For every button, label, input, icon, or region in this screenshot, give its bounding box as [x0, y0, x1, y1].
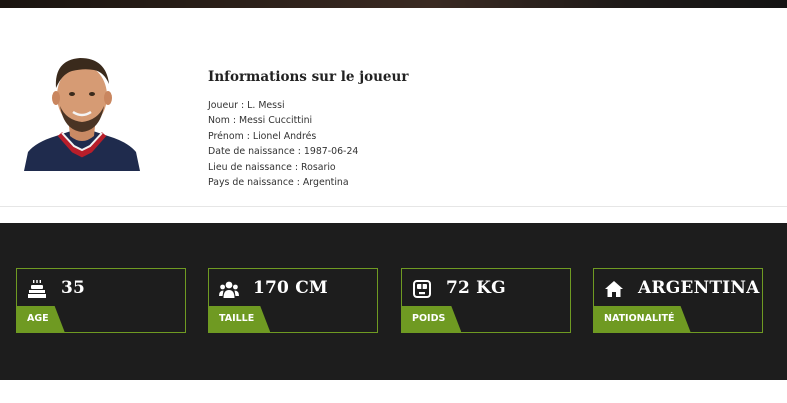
player-info-section: Informations sur le joueur Joueur : L. M…: [0, 8, 787, 206]
stat-card-taille: 170 CM TAILLE: [208, 268, 378, 333]
info-value: Messi Cuccittini: [239, 115, 313, 127]
info-label: Pays de naissance: [208, 177, 294, 189]
home-icon: [604, 279, 624, 299]
player-info-list: Joueur : L. Messi Nom : Messi Cuccittini…: [208, 98, 358, 190]
stat-card-nationalite: ARGENTINA NATIONALITÉ: [593, 268, 763, 333]
users-icon: [219, 279, 239, 299]
info-row-lieu-naissance: Lieu de naissance : Rosario: [208, 161, 336, 173]
info-row-prenom: Prénom : Lionel Andrés: [208, 130, 317, 142]
birthday-cake-icon: [27, 279, 47, 299]
stat-card-age: 35 AGE: [16, 268, 186, 333]
stat-value: ARGENTINA: [638, 278, 760, 298]
scale-icon: [412, 279, 432, 299]
info-value: Lionel Andrés: [252, 130, 317, 142]
stat-value: 35: [61, 278, 86, 298]
stat-label: TAILLE: [209, 306, 270, 332]
info-label: Prénom: [208, 130, 244, 142]
section-divider: [0, 206, 787, 207]
player-info-title: Informations sur le joueur: [208, 69, 409, 85]
info-label: Lieu de naissance: [208, 161, 292, 173]
stat-value: 170 CM: [253, 278, 328, 298]
header-image-strip: [0, 0, 787, 8]
player-stats-section: 35 AGE 170 CM TAILLE 72 KG POIDS ARGENTI…: [0, 223, 787, 380]
info-label: Nom: [208, 115, 230, 127]
player-photo: [24, 50, 140, 171]
info-row-nom: Nom : Messi Cuccittini: [208, 115, 313, 127]
info-row-date-naissance: Date de naissance : 1987-06-24: [208, 146, 359, 158]
info-row-pays-naissance: Pays de naissance : Argentina: [208, 177, 349, 189]
stat-label: AGE: [17, 306, 65, 332]
stat-card-poids: 72 KG POIDS: [401, 268, 571, 333]
info-value: Argentina: [302, 177, 349, 189]
stat-label: NATIONALITÉ: [594, 306, 691, 332]
info-label: Joueur: [208, 100, 239, 111]
stat-label: POIDS: [402, 306, 461, 332]
stat-value: 72 KG: [446, 278, 506, 298]
info-value: L. Messi: [247, 100, 285, 111]
info-value: 1987-06-24: [303, 146, 359, 158]
info-label: Date de naissance: [208, 146, 295, 158]
info-row-joueur: Joueur : L. Messi: [208, 100, 285, 111]
info-value: Rosario: [301, 161, 336, 173]
